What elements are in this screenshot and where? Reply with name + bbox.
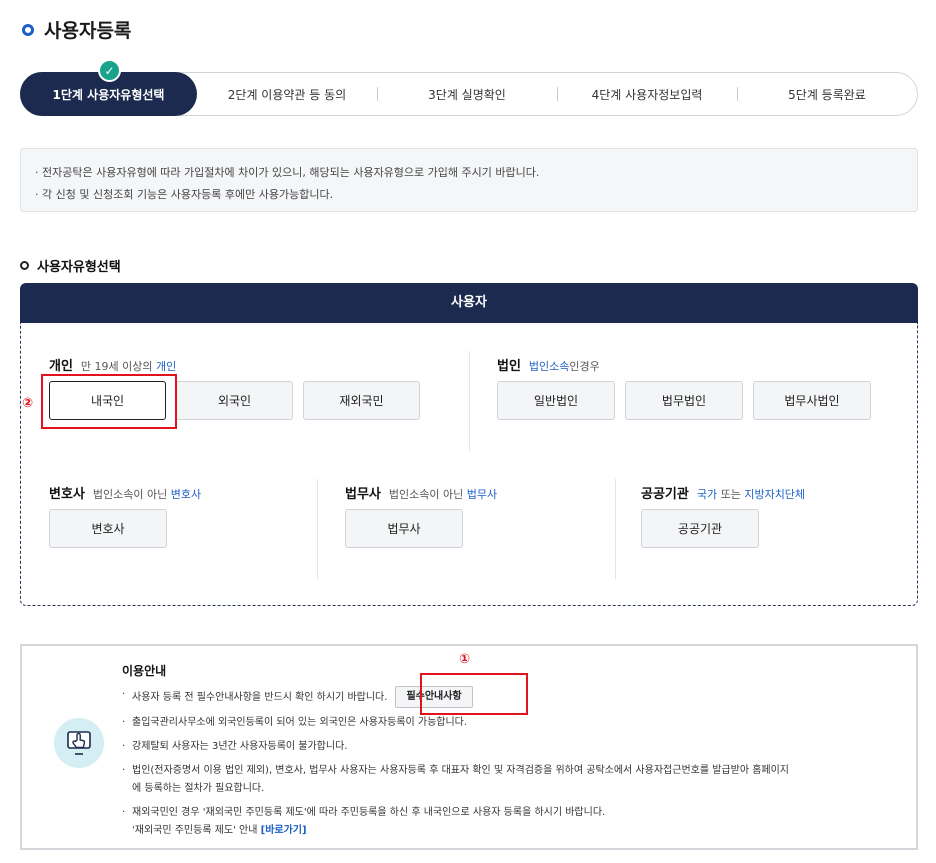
notice-line-2: · 각 신청 및 신청조회 기능은 사용자등록 후에만 사용가능합니다. xyxy=(35,188,334,201)
group-individual: 개인 만 19세 이상의 개인 xyxy=(49,355,176,374)
lawyer-button[interactable]: 변호사 xyxy=(49,509,167,548)
user-type-header: 사용자 xyxy=(20,283,918,323)
step-4: 4단계 사용자정보입력 xyxy=(557,86,737,103)
notice-box: · 전자공탁은 사용자유형에 따라 가입절차에 차이가 있으니, 해당되는 사용… xyxy=(20,148,918,212)
touch-screen-icon xyxy=(54,718,104,768)
group-individual-title: 개인 xyxy=(49,359,73,374)
guide-item: 출입국관리사무소에 외국인등록이 되어 있는 외국인은 사용자등록이 가능합니다… xyxy=(122,714,892,732)
group-scrivener-desc-hl: 법무사 xyxy=(466,488,498,501)
divider xyxy=(469,351,470,451)
group-scrivener-desc: 법인소속이 아닌 xyxy=(388,488,467,501)
group-corporate-desc: 인경우 xyxy=(569,360,600,373)
group-lawyer-title: 변호사 xyxy=(49,487,85,502)
group-corporate-title: 법인 xyxy=(497,359,521,374)
group-scrivener-title: 법무사 xyxy=(345,487,381,502)
group-public-desc-hl2: 지방자치단체 xyxy=(744,488,806,501)
title-ring-icon xyxy=(22,23,34,36)
guide-item: 강제탈퇴 사용자는 3년간 사용자등록이 불가합니다. xyxy=(122,738,892,756)
group-individual-desc-hl: 개인 xyxy=(156,360,177,373)
step-3: 3단계 실명확인 xyxy=(377,86,557,103)
group-corporate: 법인 법인소속인경우 xyxy=(497,355,600,374)
user-type-panel: 개인 만 19세 이상의 개인 내국인 외국인 재외국민 법인 법인소속인경우 일반… xyxy=(20,323,918,606)
step-5: 5단계 등록완료 xyxy=(737,86,917,103)
page-title: 사용자등록 xyxy=(22,16,131,43)
general-corp-button[interactable]: 일반법인 xyxy=(497,381,615,420)
scrivener-button[interactable]: 법무사 xyxy=(345,509,463,548)
corporate-buttons: 일반법인 법무법인 법무사법인 xyxy=(497,381,871,420)
marker-2: ② xyxy=(22,396,34,411)
guide-item: 법인(전자증명서 이용 법인 제외), 변호사, 법무사 사용자는 사용자등록 … xyxy=(122,762,892,798)
public-agency-button[interactable]: 공공기관 xyxy=(641,509,759,548)
group-public-desc-hl: 국가 xyxy=(696,488,718,501)
highlight-required-notice xyxy=(420,673,528,715)
group-public: 공공기관 국가 또는 지방자치단체 xyxy=(641,483,805,502)
go-link[interactable]: [바로가기] xyxy=(261,825,307,836)
scrivener-buttons: 법무사 xyxy=(345,509,463,548)
highlight-domestic xyxy=(41,374,177,429)
group-corporate-desc-hl: 법인소속 xyxy=(528,360,570,373)
group-scrivener: 법무사 법인소속이 아닌 법무사 xyxy=(345,483,497,502)
notice-line-1: · 전자공탁은 사용자유형에 따라 가입절차에 차이가 있으니, 해당되는 사용… xyxy=(35,166,540,179)
guide-item: 재외국민인 경우 '재외국민 주민등록 제도'에 따라 주민등록을 하신 후 내… xyxy=(122,804,892,840)
divider xyxy=(317,479,318,579)
group-public-title: 공공기관 xyxy=(641,487,689,502)
section-title: 사용자유형선택 xyxy=(20,256,121,275)
public-buttons: 공공기관 xyxy=(641,509,759,548)
group-lawyer-desc: 법인소속이 아닌 xyxy=(92,488,171,501)
group-individual-desc: 만 19세 이상의 xyxy=(80,360,157,373)
group-lawyer-desc-hl: 변호사 xyxy=(170,488,202,501)
section-title-text: 사용자유형선택 xyxy=(37,260,121,275)
group-public-desc-mid: 또는 xyxy=(717,488,745,501)
step-2: 2단계 이용약관 등 동의 xyxy=(227,87,347,102)
group-lawyer: 변호사 법인소속이 아닌 변호사 xyxy=(49,483,201,502)
check-icon: ✓ xyxy=(98,59,121,82)
marker-1: ① xyxy=(459,652,471,667)
scrivener-corp-button[interactable]: 법무사법인 xyxy=(753,381,871,420)
foreigner-button[interactable]: 외국인 xyxy=(176,381,293,420)
divider xyxy=(615,479,616,579)
step-indicator: 1단계 사용자유형선택 2단계 이용약관 등 동의 3단계 실명확인 4단계 사… xyxy=(20,72,918,116)
page-title-text: 사용자등록 xyxy=(44,20,132,42)
section-ring-icon xyxy=(20,261,29,270)
guide-title: 이용안내 xyxy=(122,664,167,678)
lawyer-buttons: 변호사 xyxy=(49,509,167,548)
overseas-korean-button[interactable]: 재외국민 xyxy=(303,381,420,420)
law-firm-button[interactable]: 법무법인 xyxy=(625,381,743,420)
